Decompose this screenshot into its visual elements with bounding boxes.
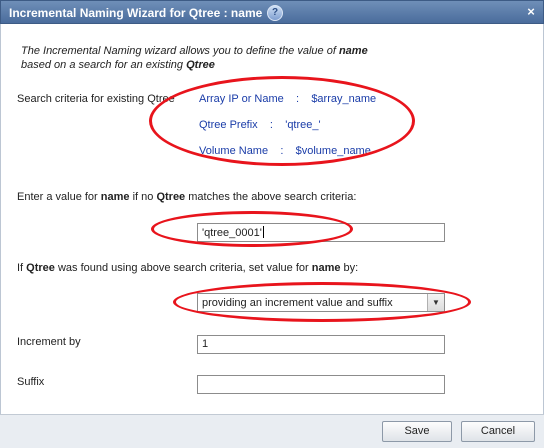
increment-label: Increment by bbox=[17, 336, 81, 348]
intro-line2: based on a search for an existing bbox=[21, 59, 187, 71]
found-mid: was found using above search criteria, s… bbox=[54, 262, 312, 274]
found-label: If Qtree was found using above search cr… bbox=[17, 262, 358, 274]
increment-value: 1 bbox=[202, 338, 209, 350]
annotation-ellipse-criteria bbox=[149, 76, 415, 166]
annotation-ellipse-default bbox=[151, 211, 353, 247]
found-name-bold: name bbox=[311, 262, 341, 274]
help-icon[interactable]: ? bbox=[267, 5, 283, 21]
suffix-label: Suffix bbox=[17, 376, 45, 388]
close-icon[interactable]: × bbox=[524, 5, 538, 19]
no-match-mid: if no bbox=[129, 191, 157, 203]
found-qtree-bold: Qtree bbox=[26, 262, 55, 274]
suffix-input[interactable] bbox=[197, 375, 445, 394]
search-criteria-label: Search criteria for existing Qtree bbox=[17, 93, 175, 105]
dialog-title: Incremental Naming Wizard for Qtree : na… bbox=[9, 6, 263, 20]
intro-name-bold: name bbox=[338, 45, 368, 57]
no-match-name-bold: name bbox=[100, 191, 130, 203]
intro-line1: The Incremental Naming wizard allows you… bbox=[21, 45, 339, 57]
dialog-footer: Save Cancel bbox=[0, 414, 544, 448]
dialog-body: The Incremental Naming wizard allows you… bbox=[0, 24, 544, 414]
save-button[interactable]: Save bbox=[382, 421, 452, 442]
no-match-qtree-bold: Qtree bbox=[156, 191, 186, 203]
no-match-suffix: matches the above search criteria: bbox=[185, 191, 357, 203]
annotation-ellipse-method bbox=[173, 282, 471, 322]
intro-text: The Incremental Naming wizard allows you… bbox=[21, 44, 368, 72]
found-suffix: by: bbox=[340, 262, 359, 274]
no-match-label: Enter a value for name if no Qtree match… bbox=[17, 191, 356, 203]
increment-input[interactable]: 1 bbox=[197, 335, 445, 354]
cancel-button[interactable]: Cancel bbox=[461, 421, 535, 442]
found-prefix: If bbox=[17, 262, 27, 274]
intro-qtree-bold: Qtree bbox=[186, 59, 215, 71]
no-match-prefix: Enter a value for bbox=[17, 191, 101, 203]
dialog-titlebar: Incremental Naming Wizard for Qtree : na… bbox=[0, 0, 544, 24]
